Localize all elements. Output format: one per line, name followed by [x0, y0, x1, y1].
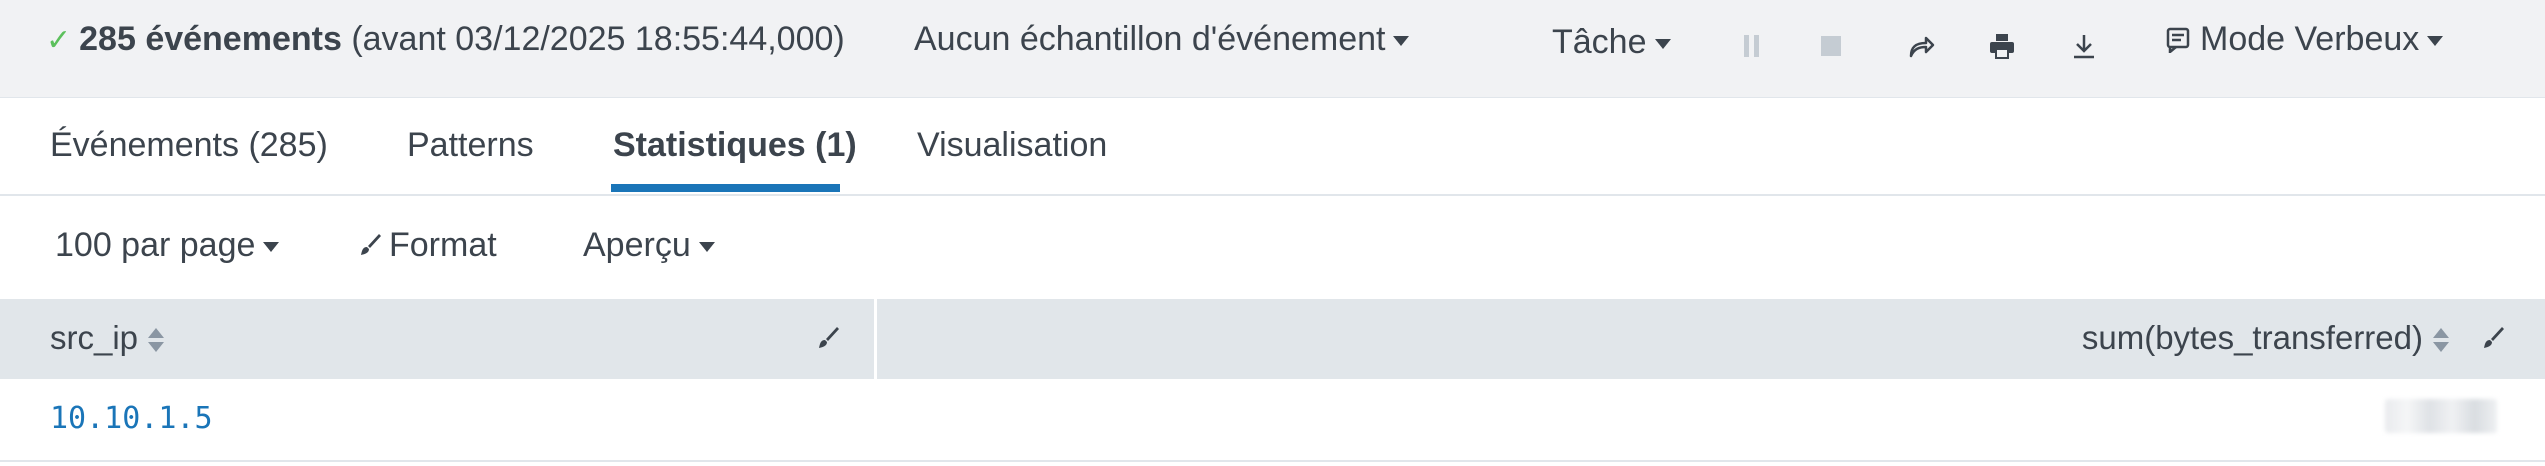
per-page-dropdown[interactable]: 100 par page	[55, 226, 280, 265]
print-button[interactable]	[1982, 26, 2022, 66]
table-row: 10.10.1.5	[0, 379, 2545, 462]
tab-visualization[interactable]: Visualisation	[917, 126, 1107, 165]
download-icon	[2074, 35, 2094, 59]
sort-icon[interactable]	[148, 326, 165, 354]
column-header-src-ip[interactable]: src_ip	[50, 319, 165, 357]
job-menu[interactable]: Tâche	[1552, 23, 1671, 62]
stop-button[interactable]	[1811, 26, 1851, 66]
caret-down-icon	[263, 242, 280, 253]
cell-src-ip[interactable]: 10.10.1.5	[50, 401, 213, 436]
share-button[interactable]	[1901, 26, 1941, 66]
caret-down-icon	[698, 242, 715, 253]
results-tabs: Événements (285) Patterns Statistiques (…	[0, 98, 2545, 196]
tab-patterns[interactable]: Patterns	[407, 126, 534, 165]
event-count-status: ✓ 285 événements (avant 03/12/2025 18:55:…	[46, 20, 845, 58]
active-tab-indicator	[611, 184, 840, 192]
table-header: src_ip sum(bytes_transferred)	[0, 299, 2545, 379]
tab-statistics[interactable]: Statistiques (1)	[613, 126, 857, 165]
check-icon: ✓	[46, 24, 72, 57]
sampling-dropdown[interactable]: Aucun échantillon d'événement	[914, 20, 1410, 59]
caret-down-icon	[2427, 36, 2444, 47]
brush-icon	[361, 234, 381, 255]
sort-icon[interactable]	[2433, 326, 2449, 354]
share-icon	[1909, 36, 1935, 58]
redacted-sum-value	[2385, 399, 2497, 433]
print-icon	[1990, 34, 2014, 59]
format-button[interactable]: Format	[357, 226, 497, 265]
pause-icon	[1744, 35, 1759, 57]
column-header-sum-bytes[interactable]: sum(bytes_transferred)	[2082, 319, 2449, 357]
tab-events[interactable]: Événements (285)	[50, 126, 328, 165]
search-mode-dropdown[interactable]: Mode Verbeux	[2166, 20, 2444, 59]
caret-down-icon	[1393, 36, 1410, 47]
document-icon	[2166, 27, 2190, 55]
column-format-button[interactable]	[815, 325, 841, 356]
export-button[interactable]	[2064, 26, 2104, 66]
table-toolbar: 100 par page Format Aperçu	[0, 196, 2545, 298]
column-divider[interactable]	[874, 299, 877, 379]
caret-down-icon	[1654, 39, 1671, 50]
pause-button[interactable]	[1732, 26, 1772, 66]
brush-icon	[819, 327, 839, 348]
column-format-button[interactable]	[2480, 325, 2506, 356]
stop-icon	[1821, 36, 1841, 56]
brush-icon	[2484, 327, 2504, 348]
search-status-bar: ✓ 285 événements (avant 03/12/2025 18:55:…	[0, 0, 2545, 98]
preview-dropdown[interactable]: Aperçu	[583, 226, 715, 265]
